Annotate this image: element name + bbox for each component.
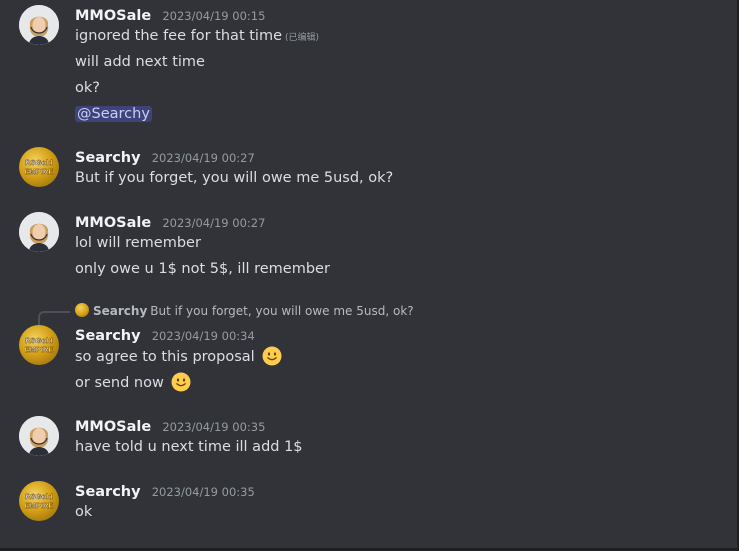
message-line: ok — [75, 504, 93, 520]
user-avatar-icon — [19, 5, 59, 45]
message-text: so agree to this proposal — [75, 346, 282, 367]
timestamp[interactable]: 2023/04/19 00:35 — [162, 420, 265, 434]
message-line: have told u next time ill add 1$ — [75, 439, 303, 455]
timestamp[interactable]: 2023/04/19 00:15 — [162, 9, 265, 23]
logo-text-1: RSGold — [25, 336, 53, 345]
edited-label: (已编辑) — [285, 33, 320, 43]
timestamp[interactable]: 2023/04/19 00:35 — [152, 485, 255, 499]
rsgold-empire-logo-icon: RSGold EMPIRE — [24, 158, 54, 176]
username[interactable]: Searchy — [75, 328, 141, 344]
avatar[interactable] — [19, 212, 59, 252]
reply-spine — [38, 311, 70, 325]
user-avatar-icon — [19, 416, 59, 456]
avatar[interactable] — [19, 5, 59, 45]
message-line: only owe u 1$ not 5$, ill remember — [75, 261, 330, 277]
avatar[interactable]: RSGold EMPIRE — [19, 325, 59, 365]
user-avatar-icon — [19, 212, 59, 252]
slightly-smiling-face-icon[interactable] — [262, 346, 282, 366]
reply-preview[interactable]: Searchy But if you forget, you will owe m… — [75, 303, 414, 319]
timestamp[interactable]: 2023/04/19 00:27 — [162, 216, 265, 230]
avatar[interactable]: RSGold EMPIRE — [19, 481, 59, 521]
message-line: so agree to this proposal — [75, 349, 255, 365]
reply-author[interactable]: Searchy — [93, 304, 147, 318]
logo-text-2: EMPIRE — [25, 345, 54, 354]
timestamp[interactable]: 2023/04/19 00:27 — [152, 151, 255, 165]
avatar[interactable]: RSGold EMPIRE — [19, 147, 59, 187]
logo-text-2: EMPIRE — [25, 501, 54, 510]
message-line: But if you forget, you will owe me 5usd,… — [75, 170, 394, 186]
logo-text-2: EMPIRE — [25, 167, 54, 176]
rsgold-empire-logo-icon: RSGold EMPIRE — [24, 336, 54, 354]
rsgold-empire-logo-icon: RSGold EMPIRE — [24, 492, 54, 510]
username[interactable]: Searchy — [75, 484, 141, 500]
avatar[interactable] — [19, 416, 59, 456]
logo-text-1: RSGold — [25, 492, 53, 501]
timestamp[interactable]: 2023/04/19 00:34 — [152, 329, 255, 343]
logo-text-1: RSGold — [25, 158, 53, 167]
message-line: lol will remember — [75, 235, 201, 251]
slightly-smiling-face-icon[interactable] — [171, 372, 191, 392]
message-line: will add next time — [75, 54, 205, 70]
reply-text[interactable]: But if you forget, you will owe me 5usd,… — [150, 304, 413, 318]
user-mention[interactable]: @Searchy — [75, 106, 152, 122]
reply-avatar-icon — [75, 303, 89, 317]
message-line: ignored the fee for that time — [75, 28, 282, 44]
message-line: or send now — [75, 375, 164, 391]
username[interactable]: Searchy — [75, 150, 141, 166]
username[interactable]: MMOSale — [75, 419, 151, 435]
message-text: or send now — [75, 372, 191, 393]
username[interactable]: MMOSale — [75, 8, 151, 24]
username[interactable]: MMOSale — [75, 215, 151, 231]
message-text: ignored the fee for that time (已编辑) — [75, 26, 319, 48]
message-line: ok? — [75, 80, 100, 96]
